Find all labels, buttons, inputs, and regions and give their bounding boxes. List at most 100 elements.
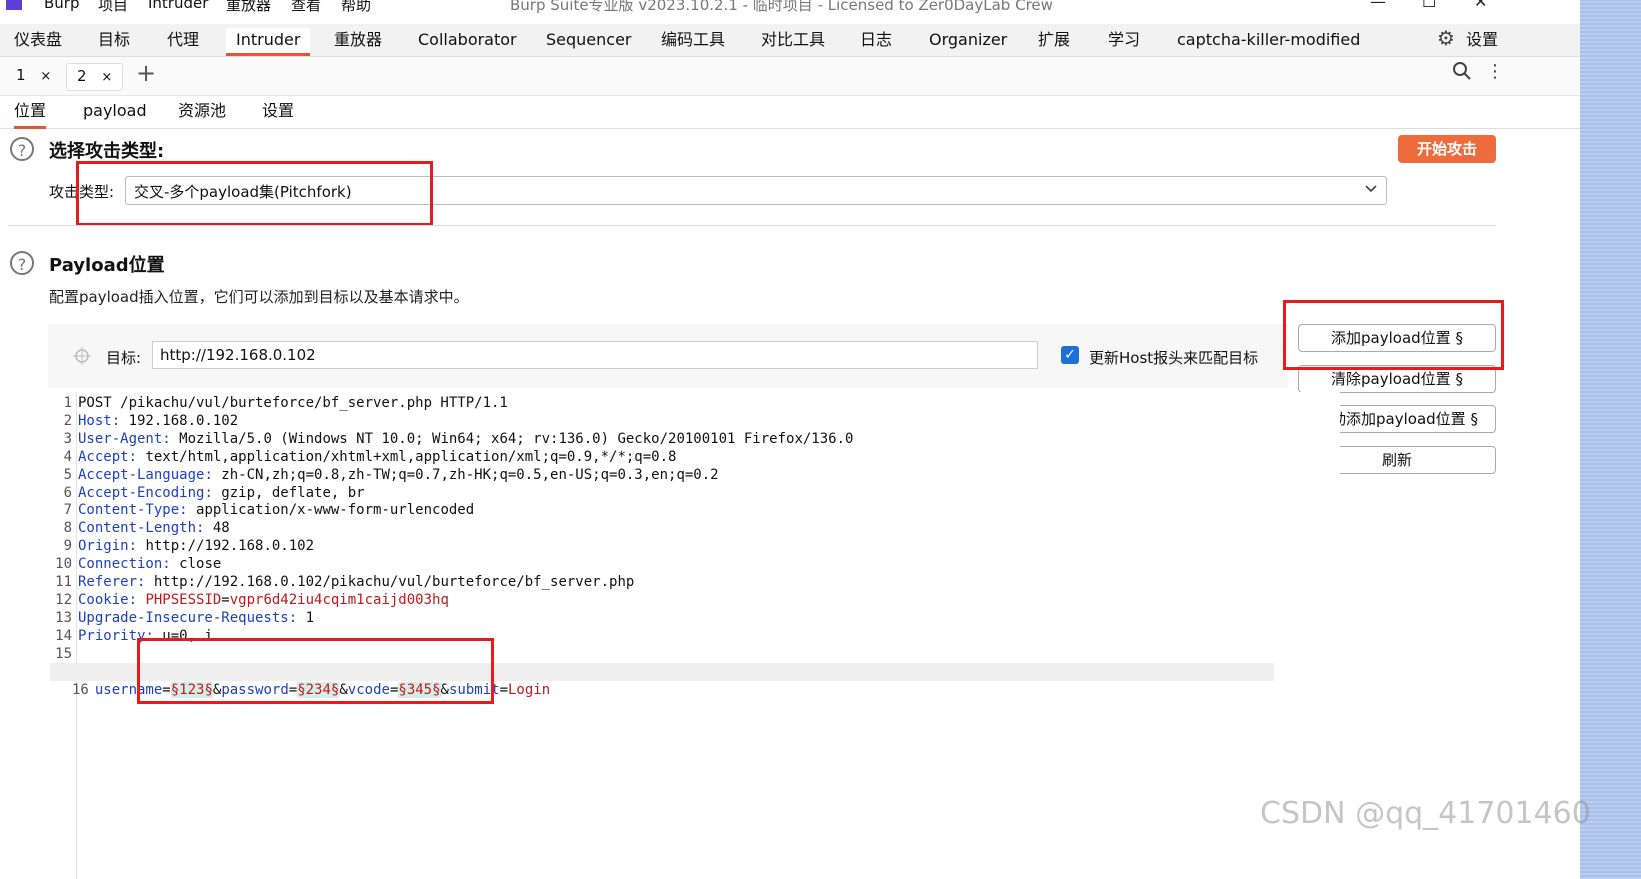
tab-positions[interactable]: 位置: [14, 100, 47, 129]
tab-resource-pool[interactable]: 资源池: [178, 100, 226, 126]
request-line[interactable]: 3 User-Agent: Mozilla/5.0 (Windows NT 10.…: [50, 430, 854, 448]
header-value: http://192.168.0.102: [145, 538, 315, 555]
help-icon[interactable]: ?: [10, 251, 34, 275]
tab-target[interactable]: 目标: [98, 28, 130, 56]
main-tab-bar: 仪表盘 目标 代理 Intruder 重放器 Collaborator Sequ…: [0, 24, 1580, 57]
line-number: 13: [55, 609, 72, 626]
tab-intruder[interactable]: Intruder: [226, 28, 311, 56]
attack-tab-label: 2: [77, 67, 87, 85]
line-number: 2: [63, 412, 72, 429]
close-window-button[interactable]: ✕: [1474, 0, 1487, 11]
menu-burp[interactable]: Burp: [44, 0, 80, 12]
tab-settings[interactable]: 设置: [262, 100, 294, 126]
request-line[interactable]: 1 POST /pikachu/vul/burteforce/bf_server.…: [50, 394, 508, 412]
menu-help[interactable]: 帮助: [341, 0, 371, 14]
request-line[interactable]: 11 Referer: http://192.168.0.102/pikachu/…: [50, 573, 634, 591]
highlight-box-add-payload: [1283, 300, 1504, 370]
close-icon[interactable]: ×: [101, 70, 112, 85]
attack-tab-bar: 1 × 2 × + ⋮: [0, 57, 1580, 96]
line-number: 15: [55, 645, 72, 662]
request-line[interactable]: 15: [50, 645, 78, 663]
minimize-button[interactable]: —: [1370, 0, 1386, 11]
add-tab-icon[interactable]: +: [136, 59, 156, 87]
tab-payloads[interactable]: payload: [83, 100, 147, 126]
line-number: 16: [72, 682, 89, 698]
intruder-config-tabs: 位置 payload 资源池 设置: [0, 96, 1580, 129]
header-value: application/x-www-form-urlencoded: [196, 502, 475, 519]
header-name: Origin: [78, 538, 129, 555]
header-separator: :: [128, 538, 146, 555]
more-options-icon[interactable]: ⋮: [1486, 63, 1504, 81]
header-name: Content-Length: [78, 520, 197, 537]
line-number: 1: [63, 395, 72, 411]
gear-icon[interactable]: ⚙: [1437, 26, 1455, 50]
request-line[interactable]: 2 Host: 192.168.0.102: [50, 412, 239, 430]
line-number: 8: [63, 520, 72, 537]
header-separator: :: [196, 520, 213, 537]
header-name: Accept-Encoding: [78, 484, 205, 501]
request-line[interactable]: 12 Cookie: PHPSESSID=vgpr6d42iu4cqim1caij…: [50, 591, 449, 609]
cookie-name: PHPSESSID: [145, 591, 222, 608]
attack-tab-2[interactable]: 2 ×: [66, 63, 124, 91]
tab-repeater[interactable]: 重放器: [334, 28, 382, 56]
header-separator: :: [204, 484, 222, 501]
request-line[interactable]: 5 Accept-Language: zh-CN,zh;q=0.8,zh-TW;q…: [50, 466, 719, 484]
line-number: 6: [63, 484, 72, 501]
menu-view[interactable]: 查看: [291, 0, 321, 14]
header-value: http://192.168.0.102/pikachu/vul/burtefo…: [153, 574, 635, 590]
tab-learn[interactable]: 学习: [1108, 28, 1140, 56]
request-line[interactable]: 8 Content-Length: 48: [50, 519, 230, 537]
tab-proxy[interactable]: 代理: [167, 28, 199, 56]
header-name: Accept-Language: [78, 466, 205, 483]
attack-tab-1[interactable]: 1 ×: [6, 63, 61, 89]
header-separator: :: [179, 502, 197, 519]
request-line[interactable]: 4 Accept: text/html,application/xhtml+xml…: [50, 448, 677, 466]
tab-logger[interactable]: 日志: [860, 28, 892, 56]
menu-project[interactable]: 项目: [98, 0, 128, 14]
maximize-button[interactable]: ☐: [1422, 0, 1436, 11]
close-icon[interactable]: ×: [40, 69, 51, 84]
tab-comparer[interactable]: 对比工具: [761, 28, 825, 56]
target-input[interactable]: http://192.168.0.102: [152, 341, 1038, 369]
tab-organizer[interactable]: Organizer: [929, 28, 1007, 56]
line-number: 7: [63, 502, 72, 519]
header-value: text/html,application/xhtml+xml,applicat…: [145, 448, 677, 465]
menu-intruder[interactable]: Intruder: [148, 0, 208, 12]
header-name: Connection: [78, 556, 163, 573]
highlight-box-payload-markers: [137, 638, 494, 704]
section-divider: [8, 225, 1496, 226]
crosshair-icon: [73, 347, 91, 369]
request-line[interactable]: 10 Connection: close: [50, 555, 221, 573]
tab-dashboard[interactable]: 仪表盘: [14, 28, 62, 56]
window-title: Burp Suite专业版 v2023.10.2.1 - 临时项目 - Lice…: [510, 0, 1053, 14]
request-line[interactable]: 9 Origin: http://192.168.0.102: [50, 537, 314, 555]
start-attack-button[interactable]: 开始攻击: [1398, 135, 1496, 163]
header-name: Cookie: [78, 591, 129, 608]
tab-extensions[interactable]: 扩展: [1038, 28, 1070, 56]
header-value: zh-CN,zh;q=0.8,zh-TW;q=0.7,zh-HK;q=0.5,e…: [221, 466, 719, 483]
param-submit-value: Login: [508, 682, 551, 698]
highlight-box-attack-type: [76, 161, 433, 226]
equals: =: [499, 682, 508, 698]
header-separator: :: [128, 448, 146, 465]
header-value: 192.168.0.102: [128, 412, 239, 429]
settings-link[interactable]: 设置: [1466, 28, 1498, 56]
line-number: 12: [55, 591, 72, 608]
request-line[interactable]: 13 Upgrade-Insecure-Requests: 1: [50, 609, 314, 627]
tab-decoder[interactable]: 编码工具: [661, 28, 725, 56]
update-host-label: 更新Host报头来匹配目标: [1089, 349, 1259, 367]
tab-captcha-killer[interactable]: captcha-killer-modified: [1177, 28, 1360, 56]
header-value: 48: [212, 520, 230, 537]
help-icon[interactable]: ?: [10, 137, 34, 161]
payload-positions-title: Payload位置: [49, 255, 165, 276]
request-line[interactable]: 6 Accept-Encoding: gzip, deflate, br: [50, 484, 365, 502]
search-icon[interactable]: [1452, 61, 1472, 85]
tab-collaborator[interactable]: Collaborator: [418, 28, 517, 56]
header-value: close: [179, 556, 222, 573]
header-name: Priority: [78, 627, 146, 644]
request-line[interactable]: 7 Content-Type: application/x-www-form-ur…: [50, 501, 475, 519]
tab-sequencer[interactable]: Sequencer: [546, 28, 632, 56]
menu-repeater[interactable]: 重放器: [226, 0, 271, 14]
update-host-checkbox[interactable]: ✓: [1061, 346, 1079, 364]
line-number: 10: [55, 556, 72, 573]
